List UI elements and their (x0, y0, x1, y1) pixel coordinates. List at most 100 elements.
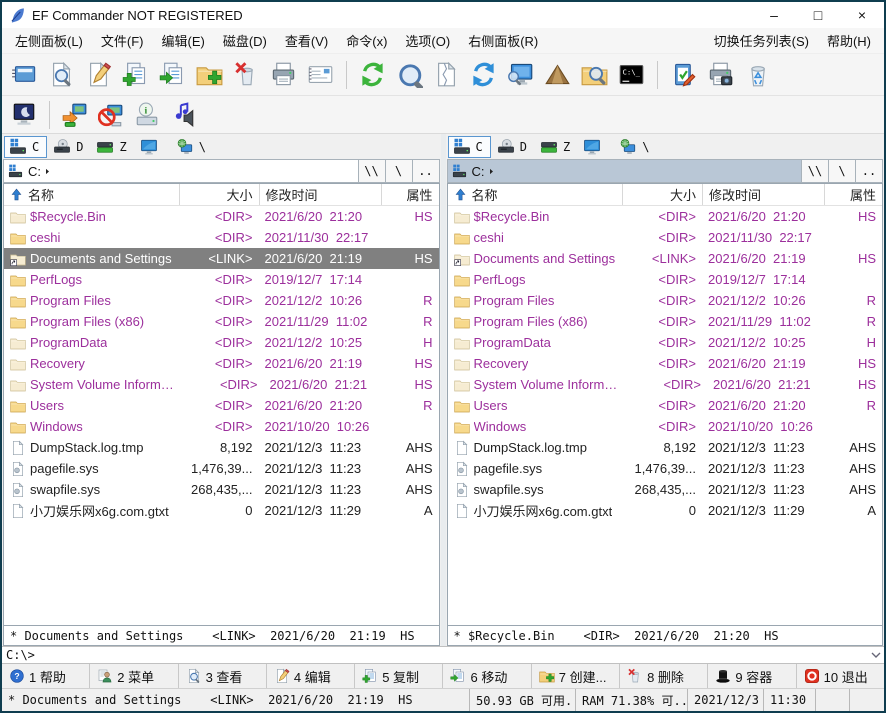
file-row[interactable]: ceshi<DIR>2021/11/30 22:17 (4, 227, 439, 248)
copy-button[interactable] (117, 58, 154, 91)
command-history-dropdown[interactable] (868, 647, 884, 663)
file-row[interactable]: Program Files<DIR>2021/12/2 10:26R (4, 290, 439, 311)
path-nav-button[interactable]: .. (412, 160, 439, 182)
drive-tab-\[interactable]: \ (615, 136, 656, 158)
net-disconnect-button[interactable] (93, 99, 129, 131)
file-row[interactable]: Recovery<DIR>2021/6/20 21:19HS (448, 353, 883, 374)
file-row[interactable]: DumpStack.log.tmp8,1922021/12/3 11:23AHS (448, 437, 883, 458)
menu-item[interactable]: 文件(F) (92, 27, 153, 54)
menu-item[interactable]: 帮助(H) (818, 27, 880, 54)
file-row[interactable]: System Volume Informati...<DIR>2021/6/20… (448, 374, 883, 395)
column-header-name[interactable]: 名称 (448, 184, 623, 205)
function-key-9[interactable]: 9 容器 (708, 664, 796, 688)
function-key-6[interactable]: 6 移动 (443, 664, 531, 688)
file-row[interactable]: Documents and Settings<LINK>2021/6/20 21… (448, 248, 883, 269)
path-bar[interactable]: C:\\\.. (447, 159, 884, 183)
menu-item[interactable]: 磁盘(D) (214, 27, 276, 54)
file-row[interactable]: Users<DIR>2021/6/20 21:20R (448, 395, 883, 416)
file-row[interactable]: ProgramData<DIR>2021/12/2 10:25H (448, 332, 883, 353)
path-nav-button[interactable]: \\ (801, 160, 828, 182)
menu-item[interactable]: 切换任务列表(S) (705, 27, 818, 54)
options-button[interactable] (665, 58, 702, 91)
file-row[interactable]: Program Files (x86)<DIR>2021/11/29 11:02… (448, 311, 883, 332)
file-row[interactable]: Program Files (x86)<DIR>2021/11/29 11:02… (4, 311, 439, 332)
drive-tab-Z[interactable]: Z (92, 136, 133, 158)
pyramid-button[interactable] (539, 58, 576, 91)
menu-item[interactable]: 左侧面板(L) (6, 27, 92, 54)
file-row[interactable]: Users<DIR>2021/6/20 21:20R (4, 395, 439, 416)
file-list-empty-area[interactable] (448, 521, 883, 625)
drive-tab-C[interactable]: C (4, 136, 47, 158)
path-nav-button[interactable]: \ (385, 160, 412, 182)
find-file-button[interactable] (43, 58, 80, 91)
drive-tab-D[interactable]: D (493, 136, 534, 158)
drive-tab-D[interactable]: D (49, 136, 90, 158)
path-nav-button[interactable]: .. (855, 160, 882, 182)
sync-button[interactable] (465, 58, 502, 91)
function-key-4[interactable]: 4 编辑 (267, 664, 355, 688)
folder-search-button[interactable] (576, 58, 613, 91)
file-row[interactable]: Recovery<DIR>2021/6/20 21:19HS (4, 353, 439, 374)
print-screen-button[interactable] (702, 58, 739, 91)
screen-search-button[interactable] (502, 58, 539, 91)
column-header-attr[interactable]: 属性 (381, 184, 439, 205)
drive-tab-C[interactable]: C (448, 136, 491, 158)
function-key-10[interactable]: 10 退出 (797, 664, 884, 688)
column-header-name[interactable]: 名称 (4, 184, 179, 205)
file-row[interactable]: PerfLogs<DIR>2019/12/7 17:14 (448, 269, 883, 290)
function-key-2[interactable]: 2 菜单 (90, 664, 178, 688)
drive-tab-desktop[interactable] (136, 136, 170, 158)
print-button[interactable] (265, 58, 302, 91)
new-folder-button[interactable] (191, 58, 228, 91)
menu-item[interactable]: 命令(x) (337, 27, 396, 54)
column-header-size[interactable]: 大小 (622, 184, 702, 205)
recycle-bin-button[interactable] (739, 58, 776, 91)
terminal-button[interactable]: C:\_ (613, 58, 650, 91)
menu-item[interactable]: 右侧面板(R) (459, 27, 547, 54)
close-button[interactable]: × (840, 2, 884, 28)
file-row[interactable]: swapfile.sys268,435,...2021/12/3 11:23AH… (4, 479, 439, 500)
menu-item[interactable]: 编辑(E) (153, 27, 214, 54)
file-row[interactable]: DumpStack.log.tmp8,1922021/12/3 11:23AHS (4, 437, 439, 458)
function-key-3[interactable]: 3 查看 (179, 664, 267, 688)
file-row[interactable]: pagefile.sys1,476,39...2021/12/3 11:23AH… (448, 458, 883, 479)
column-header-date[interactable]: 修改时间 (259, 184, 381, 205)
path-nav-button[interactable]: \ (828, 160, 855, 182)
file-row[interactable]: Windows<DIR>2021/10/20 10:26 (4, 416, 439, 437)
maximize-button[interactable]: □ (796, 2, 840, 28)
split-file-button[interactable] (428, 58, 465, 91)
function-key-8[interactable]: 8 删除 (620, 664, 708, 688)
net-connect-button[interactable] (57, 99, 93, 131)
column-header-date[interactable]: 修改时间 (702, 184, 824, 205)
edit-file-button[interactable] (80, 58, 117, 91)
file-row[interactable]: ceshi<DIR>2021/11/30 22:17 (448, 227, 883, 248)
file-row[interactable]: System Volume Informati...<DIR>2021/6/20… (4, 374, 439, 395)
file-row[interactable]: Documents and Settings<LINK>2021/6/20 21… (4, 248, 439, 269)
file-list-empty-area[interactable] (4, 521, 439, 625)
drive-tab-Z[interactable]: Z (536, 136, 577, 158)
file-row[interactable]: Windows<DIR>2021/10/20 10:26 (448, 416, 883, 437)
file-row[interactable]: swapfile.sys268,435,...2021/12/3 11:23AH… (448, 479, 883, 500)
function-key-1[interactable]: ?1 帮助 (2, 664, 90, 688)
layout-button[interactable] (6, 58, 43, 91)
file-row[interactable]: ProgramData<DIR>2021/12/2 10:25H (4, 332, 439, 353)
drive-tab-\[interactable]: \ (172, 136, 213, 158)
function-key-5[interactable]: 5 复制 (355, 664, 443, 688)
address-card-button[interactable] (302, 58, 339, 91)
file-row[interactable]: PerfLogs<DIR>2019/12/7 17:14 (4, 269, 439, 290)
path-nav-button[interactable]: \\ (358, 160, 385, 182)
menu-item[interactable]: 选项(O) (396, 27, 459, 54)
search-button[interactable] (391, 58, 428, 91)
drive-tab-desktop[interactable] (579, 136, 613, 158)
path-bar[interactable]: C:\\\.. (3, 159, 440, 183)
command-line[interactable]: C:\> (2, 646, 884, 664)
file-row[interactable]: $Recycle.Bin<DIR>2021/6/20 21:20HS (448, 206, 883, 227)
file-row[interactable]: pagefile.sys1,476,39...2021/12/3 11:23AH… (4, 458, 439, 479)
file-row[interactable]: 小刀娱乐网x6g.com.gtxt02021/12/3 11:29A (448, 500, 883, 521)
move-button[interactable] (154, 58, 191, 91)
menu-item[interactable]: 查看(V) (276, 27, 337, 54)
function-key-7[interactable]: 7 创建... (532, 664, 620, 688)
sounds-button[interactable] (165, 99, 201, 131)
delete-button[interactable] (228, 58, 265, 91)
column-header-size[interactable]: 大小 (179, 184, 259, 205)
